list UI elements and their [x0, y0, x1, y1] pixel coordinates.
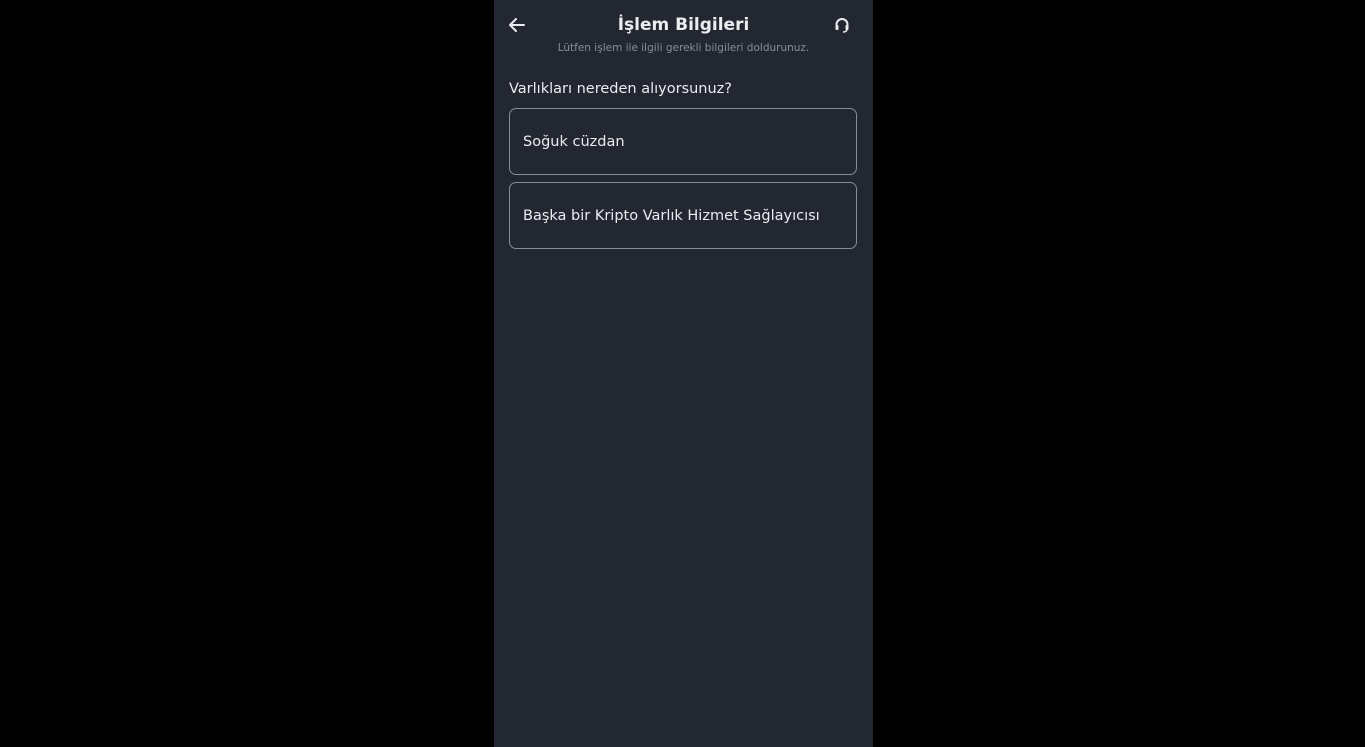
headset-icon [835, 18, 849, 33]
support-button[interactable] [831, 14, 853, 36]
page-title: İşlem Bilgileri [617, 15, 750, 35]
question-label: Varlıkları nereden alıyorsunuz? [509, 81, 732, 97]
header: İşlem Bilgileri Lütfen işlem ile ilgili … [494, 0, 873, 60]
option-label: Başka bir Kripto Varlık Hizmet Sağlayıcı… [523, 207, 820, 224]
app-screen: İşlem Bilgileri Lütfen işlem ile ilgili … [494, 0, 873, 747]
option-label: Soğuk cüzdan [523, 133, 625, 150]
option-other-provider[interactable]: Başka bir Kripto Varlık Hizmet Sağlayıcı… [509, 182, 857, 249]
page-subtitle: Lütfen işlem ile ilgili gerekli bilgiler… [557, 42, 810, 54]
option-cold-wallet[interactable]: Soğuk cüzdan [509, 108, 857, 175]
